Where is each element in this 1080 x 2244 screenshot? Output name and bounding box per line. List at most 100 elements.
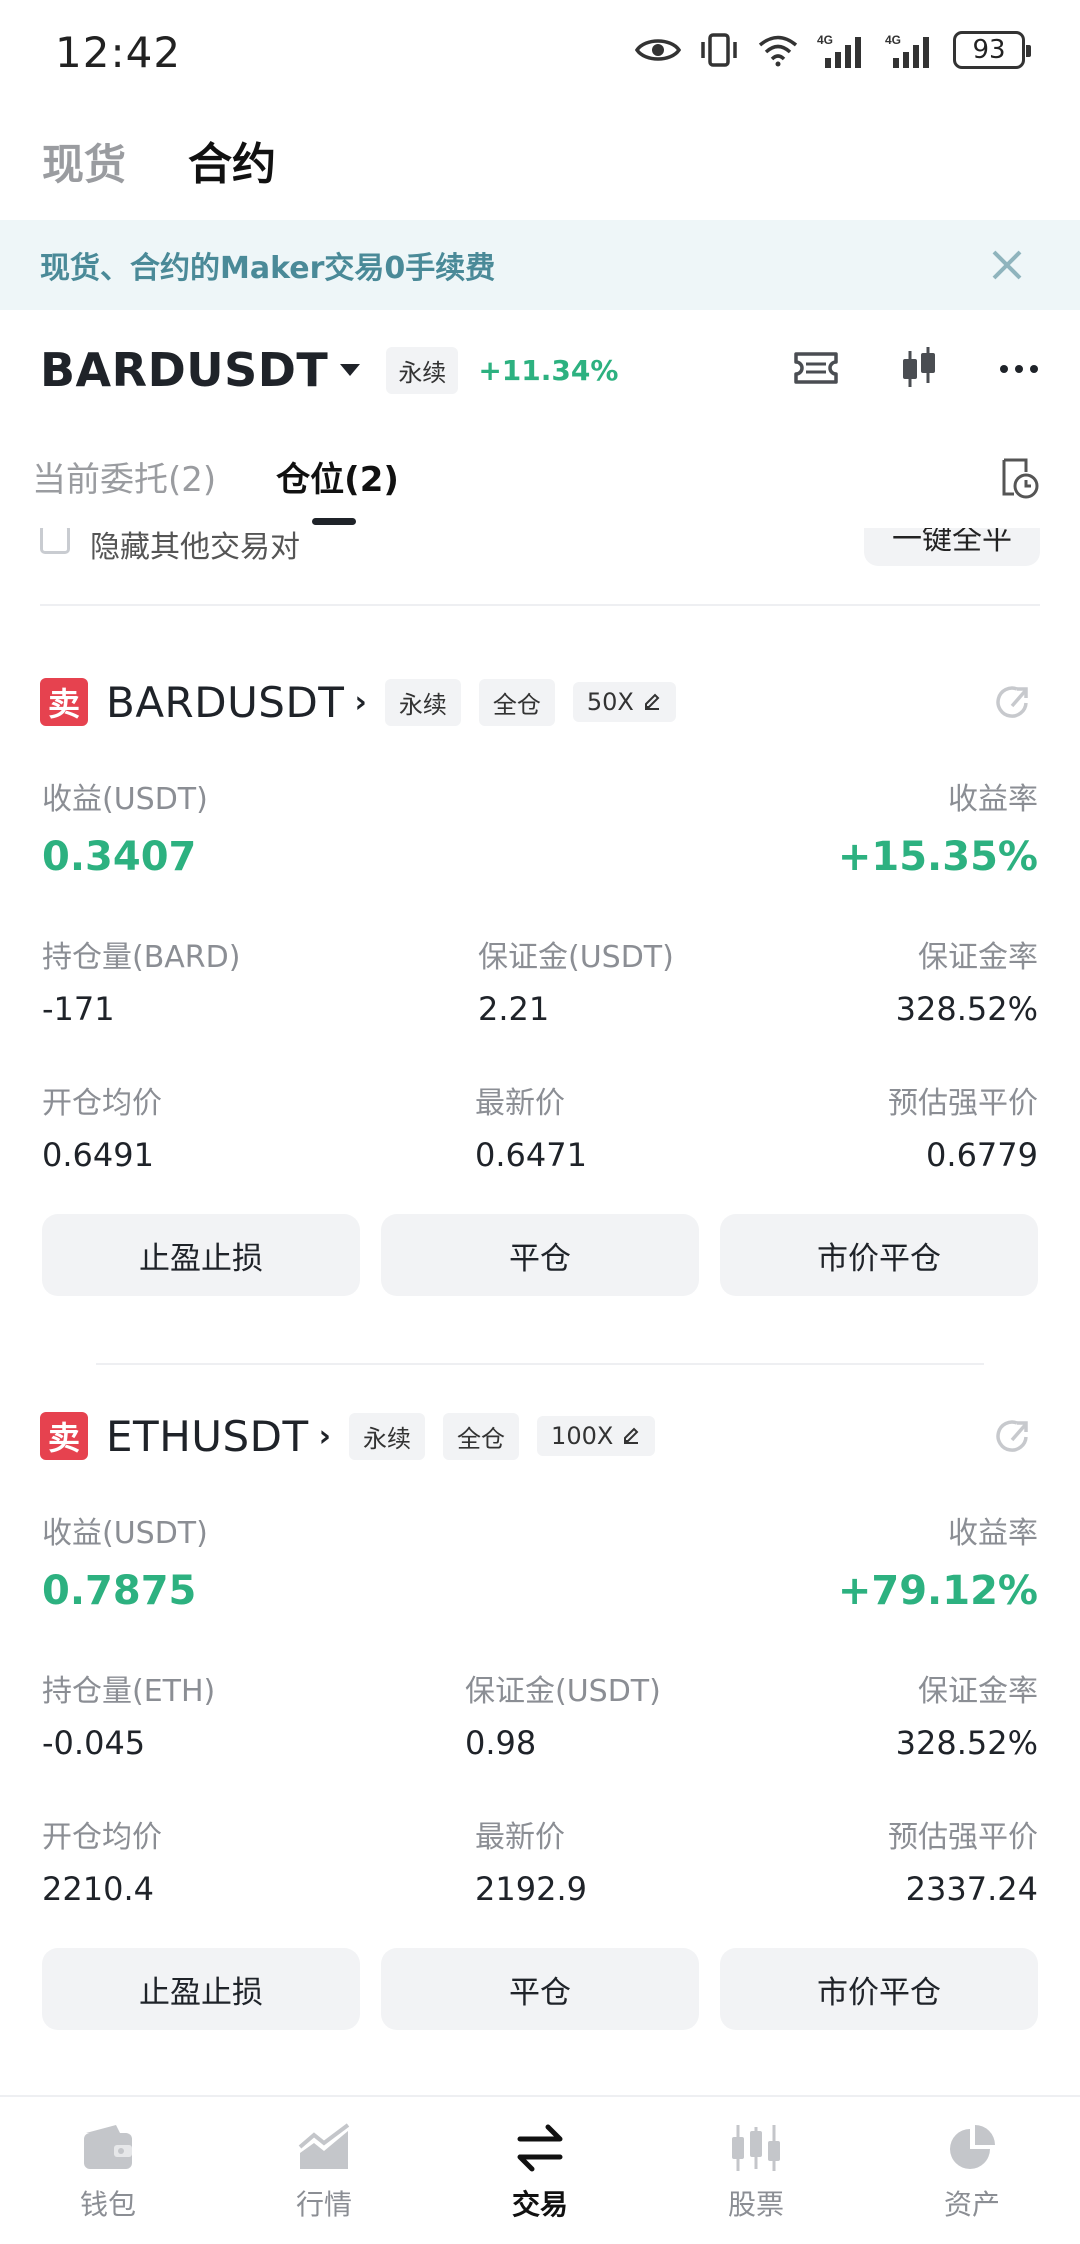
roe-label: 收益率	[948, 782, 1038, 817]
more-icon[interactable]	[998, 361, 1040, 380]
nav-label: 行情	[295, 2188, 352, 2221]
ticket-icon[interactable]	[792, 348, 840, 392]
size-label: 持仓量(BARD)	[42, 940, 241, 975]
pnl-value: 0.3407	[42, 834, 197, 880]
leverage-value: 50X	[586, 688, 634, 716]
nav-assets[interactable]: 资产	[864, 2097, 1080, 2244]
nav-trade[interactable]: 交易	[432, 2097, 648, 2244]
candlestick-icon[interactable]	[898, 345, 940, 395]
wallet-icon	[80, 2123, 136, 2173]
perpetual-tag: 永续	[384, 678, 461, 726]
top-tabs: 现货 合约	[42, 128, 276, 192]
last-price-value: 0.6471	[475, 1136, 587, 1174]
price-change: +11.34%	[478, 353, 619, 387]
roe-value: +15.35%	[837, 834, 1038, 880]
edit-icon[interactable]	[621, 1422, 641, 1450]
nav-stocks[interactable]: 股票	[648, 2097, 864, 2244]
liq-price-label: 预估强平价	[888, 1820, 1038, 1855]
market-close-button[interactable]: 市价平仓	[720, 1948, 1038, 2030]
chevron-right-icon[interactable]: ›	[354, 685, 366, 720]
nav-label: 资产	[943, 2188, 1000, 2221]
stocks-icon	[728, 2123, 784, 2173]
margin-mode-tag: 全仓	[443, 1412, 520, 1460]
vibrate-icon	[699, 32, 739, 68]
liq-price-value: 2337.24	[905, 1870, 1038, 1908]
nav-label: 钱包	[79, 2188, 136, 2221]
close-position-button[interactable]: 平仓	[381, 1214, 699, 1296]
sell-badge: 卖	[40, 1412, 88, 1460]
leverage-tag[interactable]: 50X	[572, 682, 676, 722]
margin-ratio-value: 328.52%	[895, 990, 1038, 1028]
market-chart-icon	[296, 2123, 352, 2173]
margin-ratio-label: 保证金率	[918, 940, 1038, 975]
share-icon[interactable]	[992, 1416, 1034, 1462]
pnl-label: 收益(USDT)	[42, 782, 208, 817]
tab-futures[interactable]: 合约	[188, 128, 276, 192]
battery-level: 93	[972, 35, 1006, 65]
tp-sl-button[interactable]: 止盈止损	[42, 1214, 360, 1296]
history-icon[interactable]	[996, 456, 1040, 504]
entry-price-label: 开仓均价	[42, 1820, 162, 1855]
battery-icon: 93	[953, 31, 1031, 69]
banner-text: 现货、合约的Maker交易0手续费	[40, 251, 496, 286]
margin-ratio-value: 328.52%	[895, 1724, 1038, 1762]
size-label: 持仓量(ETH)	[42, 1674, 216, 1709]
signal-icon: 4G	[817, 32, 867, 68]
caret-down-icon[interactable]	[340, 364, 361, 376]
tab-positions[interactable]: 仓位(2)	[276, 452, 399, 525]
pnl-value: 0.7875	[42, 1568, 197, 1614]
roe-label: 收益率	[948, 1516, 1038, 1551]
close-all-button[interactable]: 一键全平	[864, 528, 1040, 566]
pnl-label: 收益(USDT)	[42, 1516, 208, 1551]
leverage-value: 100X	[551, 1422, 614, 1450]
signal-icon: 4G	[885, 32, 935, 68]
nav-label: 股票	[727, 2188, 784, 2221]
market-close-button[interactable]: 市价平仓	[720, 1214, 1038, 1296]
liq-price-value: 0.6779	[926, 1136, 1038, 1174]
entry-price-value: 2210.4	[42, 1870, 154, 1908]
position-symbol[interactable]: ETHUSDT	[106, 1412, 309, 1461]
hide-other-pairs-checkbox[interactable]	[40, 528, 70, 554]
position-header[interactable]: 卖 ETHUSDT › 永续 全仓 100X	[40, 1410, 656, 1462]
tab-open-orders[interactable]: 当前委托(2)	[32, 452, 216, 501]
tab-spot[interactable]: 现货	[42, 131, 126, 192]
edit-icon[interactable]	[642, 688, 662, 716]
position-symbol[interactable]: BARDUSDT	[106, 678, 344, 727]
share-icon[interactable]	[992, 682, 1034, 728]
bottom-nav: 钱包 行情 交易 股票 资产	[0, 2095, 1080, 2244]
promo-banner[interactable]: 现货、合约的Maker交易0手续费	[0, 220, 1080, 310]
wifi-icon	[757, 33, 799, 67]
header-actions	[792, 340, 1040, 400]
card-divider	[96, 1363, 984, 1365]
entry-price-value: 0.6491	[42, 1136, 154, 1174]
close-icon[interactable]	[986, 244, 1028, 286]
close-position-button[interactable]: 平仓	[381, 1948, 699, 2030]
last-price-value: 2192.9	[475, 1870, 587, 1908]
chevron-right-icon[interactable]: ›	[319, 1419, 331, 1454]
hide-other-pairs-label: 隐藏其他交易对	[90, 530, 300, 565]
sell-badge: 卖	[40, 678, 88, 726]
liq-price-label: 预估强平价	[888, 1086, 1038, 1121]
nav-market[interactable]: 行情	[216, 2097, 432, 2244]
nav-label: 交易	[511, 2188, 568, 2221]
margin-ratio-label: 保证金率	[918, 1674, 1038, 1709]
status-bar: 12:42 4G 4G 93	[0, 0, 1080, 100]
assets-pie-icon	[944, 2123, 1000, 2173]
last-price-label: 最新价	[475, 1086, 565, 1121]
perpetual-tag: 永续	[349, 1412, 426, 1460]
symbol-selector[interactable]: BARDUSDT 永续 +11.34%	[40, 340, 618, 400]
leverage-tag[interactable]: 100X	[537, 1416, 656, 1456]
eye-icon	[635, 35, 681, 65]
nav-wallet[interactable]: 钱包	[0, 2097, 216, 2244]
position-header[interactable]: 卖 BARDUSDT › 永续 全仓 50X	[40, 676, 676, 728]
margin-mode-tag: 全仓	[478, 678, 555, 726]
tp-sl-button[interactable]: 止盈止损	[42, 1948, 360, 2030]
entry-price-label: 开仓均价	[42, 1086, 162, 1121]
order-tabs: 当前委托(2) 仓位(2)	[32, 452, 399, 525]
network-2-label: 4G	[885, 33, 901, 47]
symbol-name[interactable]: BARDUSDT	[40, 343, 328, 397]
margin-label: 保证金(USDT)	[465, 1674, 661, 1709]
perpetual-badge: 永续	[386, 346, 459, 394]
size-value: -0.045	[42, 1724, 146, 1762]
status-icons: 4G 4G 93	[635, 28, 1031, 72]
